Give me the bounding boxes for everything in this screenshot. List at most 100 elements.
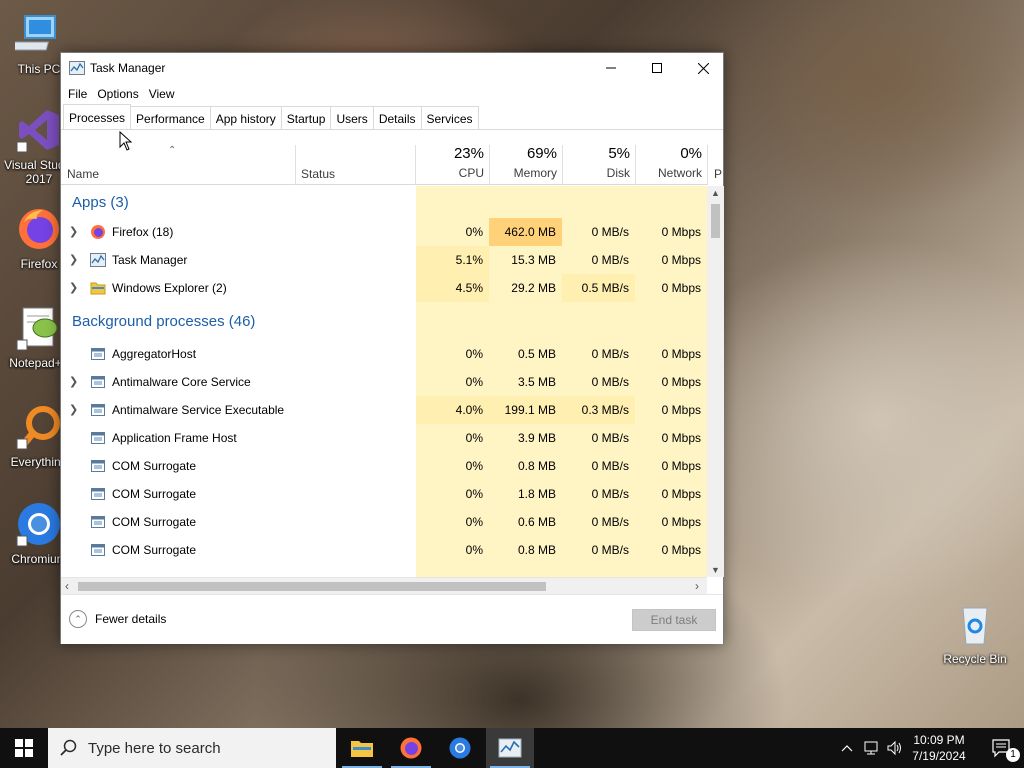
service-window-icon	[90, 402, 106, 418]
network-cell: 0 Mbps	[635, 396, 707, 424]
network-cell: 0 Mbps	[635, 424, 707, 452]
vertical-scrollbar[interactable]: ▲ ▼	[707, 186, 724, 577]
vertical-scroll-thumb[interactable]	[711, 204, 720, 238]
tab-bar: Processes Performance App history Startu…	[61, 104, 723, 130]
chevron-right-icon[interactable]: ❯	[69, 281, 78, 294]
network-tray-button[interactable]	[860, 728, 882, 768]
tab-app-history[interactable]: App history	[209, 106, 282, 129]
network-cell: 0 Mbps	[635, 274, 707, 302]
column-disk[interactable]: 5% Disk	[562, 145, 635, 180]
disk-percent: 5%	[608, 145, 630, 162]
group-header-background[interactable]: Background processes (46)	[61, 302, 707, 340]
maximize-icon	[652, 63, 662, 73]
table-row[interactable]: AggregatorHost 0% 0.5 MB 0 MB/s 0 Mbps	[61, 340, 707, 368]
system-clock[interactable]: 10:09 PM 7/19/2024	[900, 732, 978, 764]
taskbar-file-explorer[interactable]	[338, 728, 386, 768]
table-row[interactable]: ❯ Antimalware Service Executable 4.0% 19…	[61, 396, 707, 424]
scroll-left-icon[interactable]: ‹	[65, 579, 69, 593]
menu-file[interactable]: File	[63, 83, 92, 105]
group-title: Apps (3)	[72, 194, 129, 211]
fewer-details-button[interactable]: ⌃ Fewer details	[69, 610, 166, 628]
close-button[interactable]	[680, 53, 726, 83]
column-divider[interactable]	[295, 145, 296, 185]
show-hidden-icons-button[interactable]	[838, 728, 856, 768]
tab-users[interactable]: Users	[330, 106, 374, 129]
disk-cell: 0 MB/s	[562, 218, 635, 246]
tab-startup[interactable]: Startup	[280, 106, 332, 129]
process-name: AggregatorHost	[112, 347, 197, 361]
chevron-right-icon[interactable]: ❯	[69, 253, 78, 266]
chevron-right-icon[interactable]: ❯	[69, 225, 78, 238]
notification-count-badge: 1	[1006, 748, 1020, 762]
horizontal-scroll-thumb[interactable]	[78, 582, 546, 591]
group-header-apps[interactable]: Apps (3)	[61, 186, 707, 218]
title-bar[interactable]: Task Manager	[61, 53, 723, 83]
column-cpu[interactable]: 23% CPU	[416, 145, 489, 180]
cpu-cell	[416, 302, 489, 340]
process-name: COM Surrogate	[112, 515, 197, 529]
disk-cell: 0.3 MB/s	[562, 396, 635, 424]
process-name: COM Surrogate	[112, 543, 197, 557]
taskbar-chromium[interactable]	[436, 728, 484, 768]
minimize-button[interactable]	[588, 53, 634, 83]
chevron-right-icon[interactable]: ❯	[69, 403, 78, 416]
menu-bar: File Options View	[61, 83, 180, 105]
tab-services[interactable]: Services	[420, 106, 479, 129]
action-center-button[interactable]: 1	[980, 728, 1024, 768]
maximize-button[interactable]	[634, 53, 680, 83]
column-memory[interactable]: 69% Memory	[489, 145, 562, 180]
start-button[interactable]	[0, 728, 48, 768]
table-row[interactable]: COM Surrogate 0% 1.8 MB 0 MB/s 0 Mbps	[61, 480, 707, 508]
table-row[interactable]: Application Frame Host 0% 3.9 MB 0 MB/s …	[61, 424, 707, 452]
table-row[interactable]: COM Surrogate 0% 0.8 MB 0 MB/s 0 Mbps	[61, 452, 707, 480]
folder-icon	[351, 741, 373, 757]
menu-options[interactable]: Options	[92, 83, 143, 105]
disk-cell	[562, 302, 635, 340]
taskbar-search-box[interactable]: Type here to search	[48, 728, 336, 768]
memory-cell	[489, 302, 562, 340]
table-row[interactable]: ❯ Antimalware Core Service 0% 3.5 MB 0 M…	[61, 368, 707, 396]
desktop-icon-recycle-bin[interactable]: Recycle Bin	[937, 600, 1013, 666]
task-manager-icon	[69, 61, 85, 75]
taskbar-task-manager[interactable]	[486, 728, 534, 768]
cpu-cell: 0%	[416, 218, 489, 246]
disk-cell: 0.5 MB/s	[562, 274, 635, 302]
end-task-button[interactable]: End task	[632, 609, 716, 631]
table-row[interactable]: ❯ Windows Explorer (2) 4.5% 29.2 MB 0.5 …	[61, 274, 707, 302]
table-row[interactable]: COM Surrogate 0% 0.8 MB 0 MB/s 0 Mbps	[61, 536, 707, 564]
memory-cell: 462.0 MB	[489, 218, 562, 246]
tab-details[interactable]: Details	[372, 106, 422, 129]
column-name[interactable]: Name	[67, 167, 99, 181]
tab-performance[interactable]: Performance	[130, 106, 211, 129]
chevron-right-icon[interactable]: ❯	[69, 375, 78, 388]
sort-ascending-icon: ⌃	[168, 145, 177, 156]
cpu-cell	[416, 564, 489, 577]
memory-cell	[489, 186, 562, 218]
scroll-right-icon[interactable]: ›	[695, 579, 699, 593]
network-label: Network	[657, 166, 702, 180]
column-status[interactable]: Status	[301, 167, 335, 181]
table-row[interactable]: ❯ Task Manager 5.1% 15.3 MB 0 MB/s 0 Mbp…	[61, 246, 707, 274]
column-network[interactable]: 0% Network	[635, 145, 707, 180]
column-power[interactable]: P	[714, 167, 722, 181]
table-row-partial[interactable]	[61, 564, 707, 577]
taskbar-firefox[interactable]	[387, 728, 435, 768]
search-placeholder: Type here to search	[88, 739, 221, 757]
horizontal-scrollbar[interactable]: ‹ ›	[61, 577, 707, 594]
recycle-bin-icon	[951, 600, 999, 648]
table-row[interactable]: COM Surrogate 0% 0.6 MB 0 MB/s 0 Mbps	[61, 508, 707, 536]
cpu-cell: 0%	[416, 368, 489, 396]
scroll-down-icon[interactable]: ▼	[711, 565, 720, 575]
scroll-up-icon[interactable]: ▲	[711, 188, 720, 198]
network-cell: 0 Mbps	[635, 368, 707, 396]
table-row[interactable]: ❯ Firefox (18) 0% 462.0 MB 0 MB/s 0 Mbps	[61, 218, 707, 246]
network-cell: 0 Mbps	[635, 480, 707, 508]
network-percent: 0%	[680, 145, 702, 162]
column-divider[interactable]	[707, 145, 708, 185]
task-manager-icon	[498, 738, 522, 758]
network-cell: 0 Mbps	[635, 218, 707, 246]
search-icon	[60, 739, 77, 756]
tab-processes[interactable]: Processes	[63, 104, 132, 129]
menu-view[interactable]: View	[144, 83, 180, 105]
memory-cell: 3.5 MB	[489, 368, 562, 396]
